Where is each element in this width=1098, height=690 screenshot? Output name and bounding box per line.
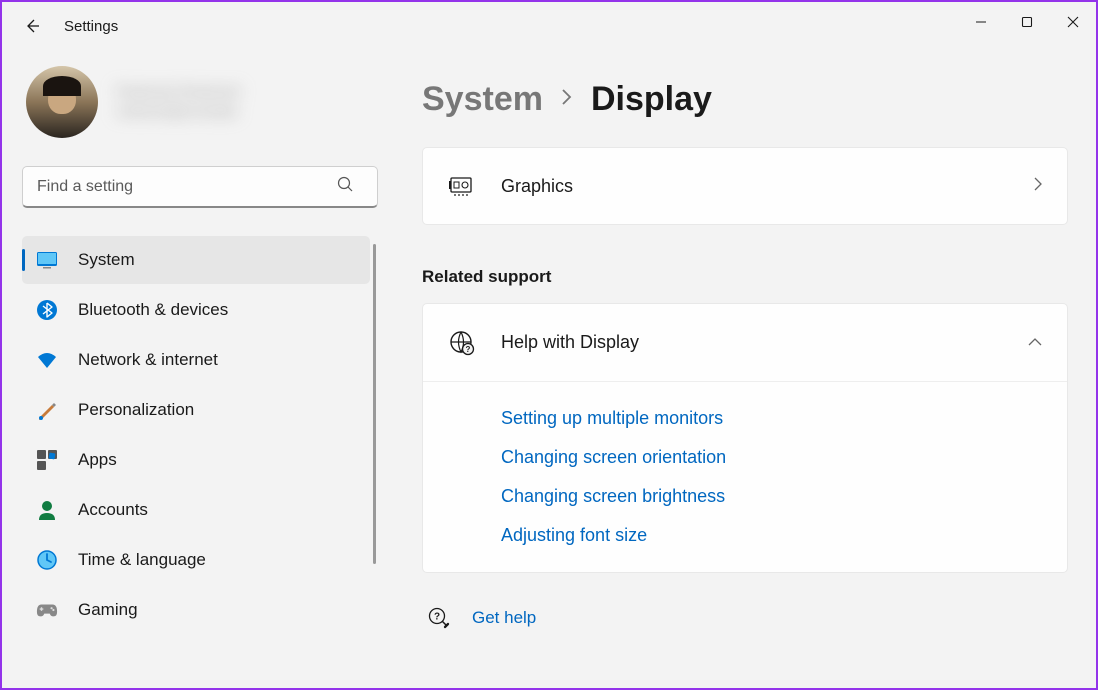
help-content: Setting up multiple monitors Changing sc… bbox=[423, 382, 1067, 572]
sidebar-item-accounts[interactable]: Accounts bbox=[22, 486, 370, 534]
sidebar-item-system[interactable]: System bbox=[22, 236, 370, 284]
help-link-brightness[interactable]: Changing screen brightness bbox=[501, 486, 1043, 507]
nav-scrollbar[interactable] bbox=[373, 244, 376, 564]
minimize-button[interactable] bbox=[958, 2, 1004, 42]
chevron-right-icon bbox=[561, 87, 573, 112]
user-block[interactable]: Redacted Redactedredacted@example bbox=[22, 66, 370, 138]
help-link-orientation[interactable]: Changing screen orientation bbox=[501, 447, 1043, 468]
breadcrumb: System Display bbox=[422, 80, 1068, 119]
chevron-right-icon bbox=[1033, 176, 1043, 197]
sidebar: Redacted Redactedredacted@example System… bbox=[2, 50, 382, 688]
user-name: Redacted Redactedredacted@example bbox=[116, 82, 240, 121]
sidebar-item-bluetooth[interactable]: Bluetooth & devices bbox=[22, 286, 370, 334]
sidebar-item-label: Accounts bbox=[78, 500, 148, 520]
page-title: Display bbox=[591, 80, 712, 119]
graphics-card[interactable]: Graphics bbox=[422, 147, 1068, 225]
back-button[interactable] bbox=[22, 16, 42, 36]
gaming-icon bbox=[36, 599, 58, 621]
app-title: Settings bbox=[64, 18, 118, 35]
sidebar-item-gaming[interactable]: Gaming bbox=[22, 586, 370, 634]
bluetooth-icon bbox=[36, 299, 58, 321]
close-button[interactable] bbox=[1050, 2, 1096, 42]
sidebar-item-apps[interactable]: Apps bbox=[22, 436, 370, 484]
network-icon bbox=[36, 349, 58, 371]
maximize-button[interactable] bbox=[1004, 2, 1050, 42]
svg-text:?: ? bbox=[434, 612, 440, 623]
get-help-link[interactable]: ? Get help bbox=[428, 607, 1068, 629]
sidebar-item-label: Network & internet bbox=[78, 350, 218, 370]
help-icon: ? bbox=[428, 607, 450, 629]
sidebar-item-label: Gaming bbox=[78, 600, 138, 620]
system-icon bbox=[36, 249, 58, 271]
search-input[interactable] bbox=[22, 166, 378, 208]
globe-help-icon: ? bbox=[447, 330, 477, 356]
content: System Display Graphics Related support … bbox=[382, 50, 1096, 688]
card-label: Graphics bbox=[501, 176, 1033, 197]
sidebar-item-network[interactable]: Network & internet bbox=[22, 336, 370, 384]
sidebar-item-label: System bbox=[78, 250, 135, 270]
sidebar-item-time[interactable]: Time & language bbox=[22, 536, 370, 584]
footer-link-text: Get help bbox=[472, 608, 536, 628]
nav-list: System Bluetooth & devices Network & int… bbox=[22, 236, 370, 634]
help-header[interactable]: ? Help with Display bbox=[423, 304, 1067, 382]
sidebar-item-label: Time & language bbox=[78, 550, 206, 570]
breadcrumb-parent[interactable]: System bbox=[422, 80, 543, 119]
sidebar-item-label: Bluetooth & devices bbox=[78, 300, 228, 320]
help-title: Help with Display bbox=[501, 332, 1027, 353]
avatar bbox=[26, 66, 98, 138]
time-icon bbox=[36, 549, 58, 571]
personalization-icon bbox=[36, 399, 58, 421]
section-title: Related support bbox=[422, 267, 1068, 287]
apps-icon bbox=[36, 449, 58, 471]
svg-text:?: ? bbox=[466, 345, 471, 354]
graphics-icon bbox=[447, 176, 477, 196]
sidebar-item-label: Apps bbox=[78, 450, 117, 470]
help-link-monitors[interactable]: Setting up multiple monitors bbox=[501, 408, 1043, 429]
sidebar-item-personalization[interactable]: Personalization bbox=[22, 386, 370, 434]
chevron-up-icon bbox=[1027, 334, 1043, 352]
accounts-icon bbox=[36, 499, 58, 521]
sidebar-item-label: Personalization bbox=[78, 400, 194, 420]
help-card: ? Help with Display Setting up multiple … bbox=[422, 303, 1068, 573]
help-link-fontsize[interactable]: Adjusting font size bbox=[501, 525, 1043, 546]
search-icon bbox=[337, 176, 354, 198]
